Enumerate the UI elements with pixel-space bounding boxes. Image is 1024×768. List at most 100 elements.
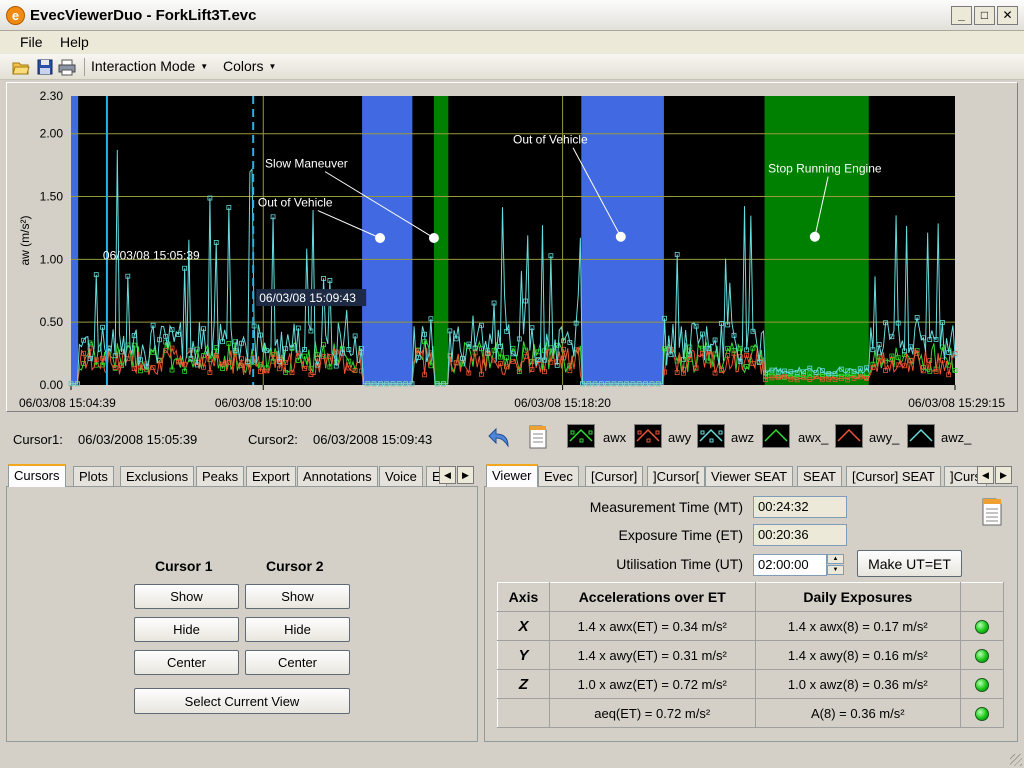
annotation-dot — [809, 231, 820, 242]
cursor1-show-button[interactable]: Show — [134, 584, 239, 609]
tab-scroll-left-button[interactable]: ◀ — [977, 466, 994, 484]
tab-cursors[interactable]: Cursors — [8, 464, 66, 487]
annotation-label: Out of Vehicle — [513, 133, 588, 147]
resize-grip-icon[interactable] — [1010, 754, 1022, 766]
accel-cell: 1.0 x awz(ET) = 0.72 m/s² — [548, 669, 756, 699]
legend-label-awy[interactable]: awy — [668, 430, 691, 445]
spin-down-icon[interactable]: ▼ — [827, 565, 844, 575]
y-tick-label: 0.00 — [40, 378, 64, 392]
left-panel: Cursors Plots Exclusions Peaks Export An… — [6, 464, 478, 742]
tab-cursor[interactable]: [Cursor] — [585, 466, 644, 486]
legend-swatch-awy[interactable] — [634, 424, 662, 448]
y-tick-label: 2.00 — [40, 127, 64, 141]
tab-annotations[interactable]: Annotations — [297, 466, 378, 486]
maximize-button[interactable]: □ — [974, 6, 995, 25]
viewer-panel-body: Measurement Time (MT) 00:24:32 Exposure … — [484, 486, 1018, 742]
y-tick-label: 1.50 — [40, 190, 64, 204]
exposure-time-value: 00:20:36 — [753, 524, 847, 546]
tab-voice[interactable]: Voice — [379, 466, 423, 486]
table-row: aeq(ET) = 0.72 m/s² A(8) = 0.36 m/s² — [497, 698, 1004, 728]
chart-panel[interactable]: 2.30 2.00 1.50 1.00 0.50 0.00 06/03/08 15:04:… — [6, 82, 1018, 412]
cursor2-hide-button[interactable]: Hide — [245, 617, 350, 642]
green-status-icon — [975, 706, 990, 721]
utilisation-time-input[interactable]: 02:00:00 — [753, 554, 827, 576]
legend-swatch-awx_[interactable] — [762, 424, 790, 448]
legend-swatch-awz[interactable] — [697, 424, 725, 448]
acceleration-chart[interactable]: 2.30 2.00 1.50 1.00 0.50 0.00 06/03/08 15:04:… — [7, 83, 1017, 411]
legend-line-icon — [837, 428, 861, 442]
menu-help[interactable]: Help — [60, 34, 89, 50]
axis-header: Axis — [497, 582, 550, 612]
cursor2-label: Cursor2: — [248, 432, 298, 447]
cursor1-hide-button[interactable]: Hide — [134, 617, 239, 642]
status-cell — [960, 611, 1004, 641]
colors-label: Colors — [223, 58, 264, 74]
accelerations-header: Accelerations over ET — [548, 582, 756, 612]
daily-cell: 1.4 x awx(8) = 0.17 m/s² — [754, 611, 962, 641]
tab-viewer[interactable]: Viewer — [486, 464, 538, 487]
legend-label-awx[interactable]: awx — [603, 430, 626, 445]
title-bar[interactable]: e EvecViewerDuo - ForkLift3T.evc _ □ ✕ — [0, 0, 1024, 31]
status-cell — [960, 640, 1004, 670]
tab-cursor-seat[interactable]: [Cursor] SEAT — [846, 466, 941, 486]
y-tick-label: 2.30 — [40, 89, 64, 103]
select-current-view-button[interactable]: Select Current View — [134, 688, 350, 714]
tab-exclusions[interactable]: Exclusions — [120, 466, 195, 486]
window-title: EvecViewerDuo - ForkLift3T.evc — [30, 7, 257, 24]
menu-file[interactable]: File — [20, 34, 43, 50]
x-tick-label: 06/03/08 15:29:15 — [908, 396, 1005, 410]
tab-evec[interactable]: Evec — [538, 466, 579, 486]
y-axis-ticks: 2.30 2.00 1.50 1.00 0.50 0.00 — [40, 89, 64, 392]
cursor1-label: Cursor1: — [13, 432, 63, 447]
report-document-icon[interactable] — [525, 424, 551, 450]
cursor1-heading: Cursor 1 — [155, 558, 213, 574]
legend-swatch-awx[interactable] — [567, 424, 595, 448]
toolbar: Interaction Mode ▼ Colors ▼ — [0, 54, 1024, 80]
tab-scroll-left-button[interactable]: ◀ — [439, 466, 456, 484]
tab-seat[interactable]: SEAT — [797, 466, 842, 486]
spin-up-icon[interactable]: ▲ — [827, 554, 844, 564]
interaction-mode-label: Interaction Mode — [91, 58, 196, 74]
tab-viewer-seat[interactable]: Viewer SEAT — [705, 466, 794, 486]
x-tick-label: 06/03/08 15:04:39 — [19, 396, 116, 410]
close-button[interactable]: ✕ — [997, 6, 1018, 25]
report-document-icon[interactable] — [979, 497, 1005, 527]
axis-cell: Z — [497, 669, 550, 699]
save-icon[interactable] — [36, 58, 54, 76]
daily-exposures-header: Daily Exposures — [754, 582, 962, 612]
legend-swatch-awy_[interactable] — [835, 424, 863, 448]
undo-arrow-icon[interactable] — [488, 424, 514, 450]
legend-line-icon — [636, 428, 660, 443]
legend-label-awy_[interactable]: awy_ — [869, 430, 899, 445]
status-header — [960, 582, 1004, 612]
cursor1-center-button[interactable]: Center — [134, 650, 239, 675]
green-status-icon — [975, 619, 990, 634]
legend-label-awz[interactable]: awz — [731, 430, 754, 445]
open-folder-icon[interactable] — [12, 58, 30, 76]
colors-dropdown[interactable]: Colors ▼ — [223, 58, 276, 74]
annotation-dot — [375, 232, 386, 243]
minimize-button[interactable]: _ — [951, 6, 972, 25]
tab-peaks[interactable]: Peaks — [196, 466, 245, 486]
legend-swatch-awz_[interactable] — [907, 424, 935, 448]
tab-scroll-right-button[interactable]: ▶ — [995, 466, 1012, 484]
make-ut-et-button[interactable]: Make UT=ET — [857, 550, 962, 577]
x-tick-label: 06/03/08 15:18:20 — [514, 396, 611, 410]
print-icon[interactable] — [58, 58, 76, 76]
exclusion-region — [71, 96, 79, 385]
cursor2-center-button[interactable]: Center — [245, 650, 350, 675]
tab-export[interactable]: Export — [246, 466, 296, 486]
measurement-time-label: Measurement Time (MT) — [589, 499, 743, 515]
tab-plots[interactable]: Plots — [73, 466, 114, 486]
daily-cell: A(8) = 0.36 m/s² — [754, 698, 962, 728]
annotation-label: Stop Running Engine — [768, 162, 882, 176]
interaction-mode-dropdown[interactable]: Interaction Mode ▼ — [91, 58, 208, 74]
tab-scroll-right-button[interactable]: ▶ — [457, 466, 474, 484]
status-cell — [960, 669, 1004, 699]
cursor2-value: 06/03/2008 15:09:43 — [313, 432, 433, 447]
legend-label-awx_[interactable]: awx_ — [798, 430, 828, 445]
cursor2-show-button[interactable]: Show — [245, 584, 350, 609]
accel-cell: aeq(ET) = 0.72 m/s² — [548, 698, 756, 728]
legend-label-awz_[interactable]: awz_ — [941, 430, 971, 445]
tab-outer-cursor[interactable]: ]Cursor[ — [647, 466, 706, 486]
